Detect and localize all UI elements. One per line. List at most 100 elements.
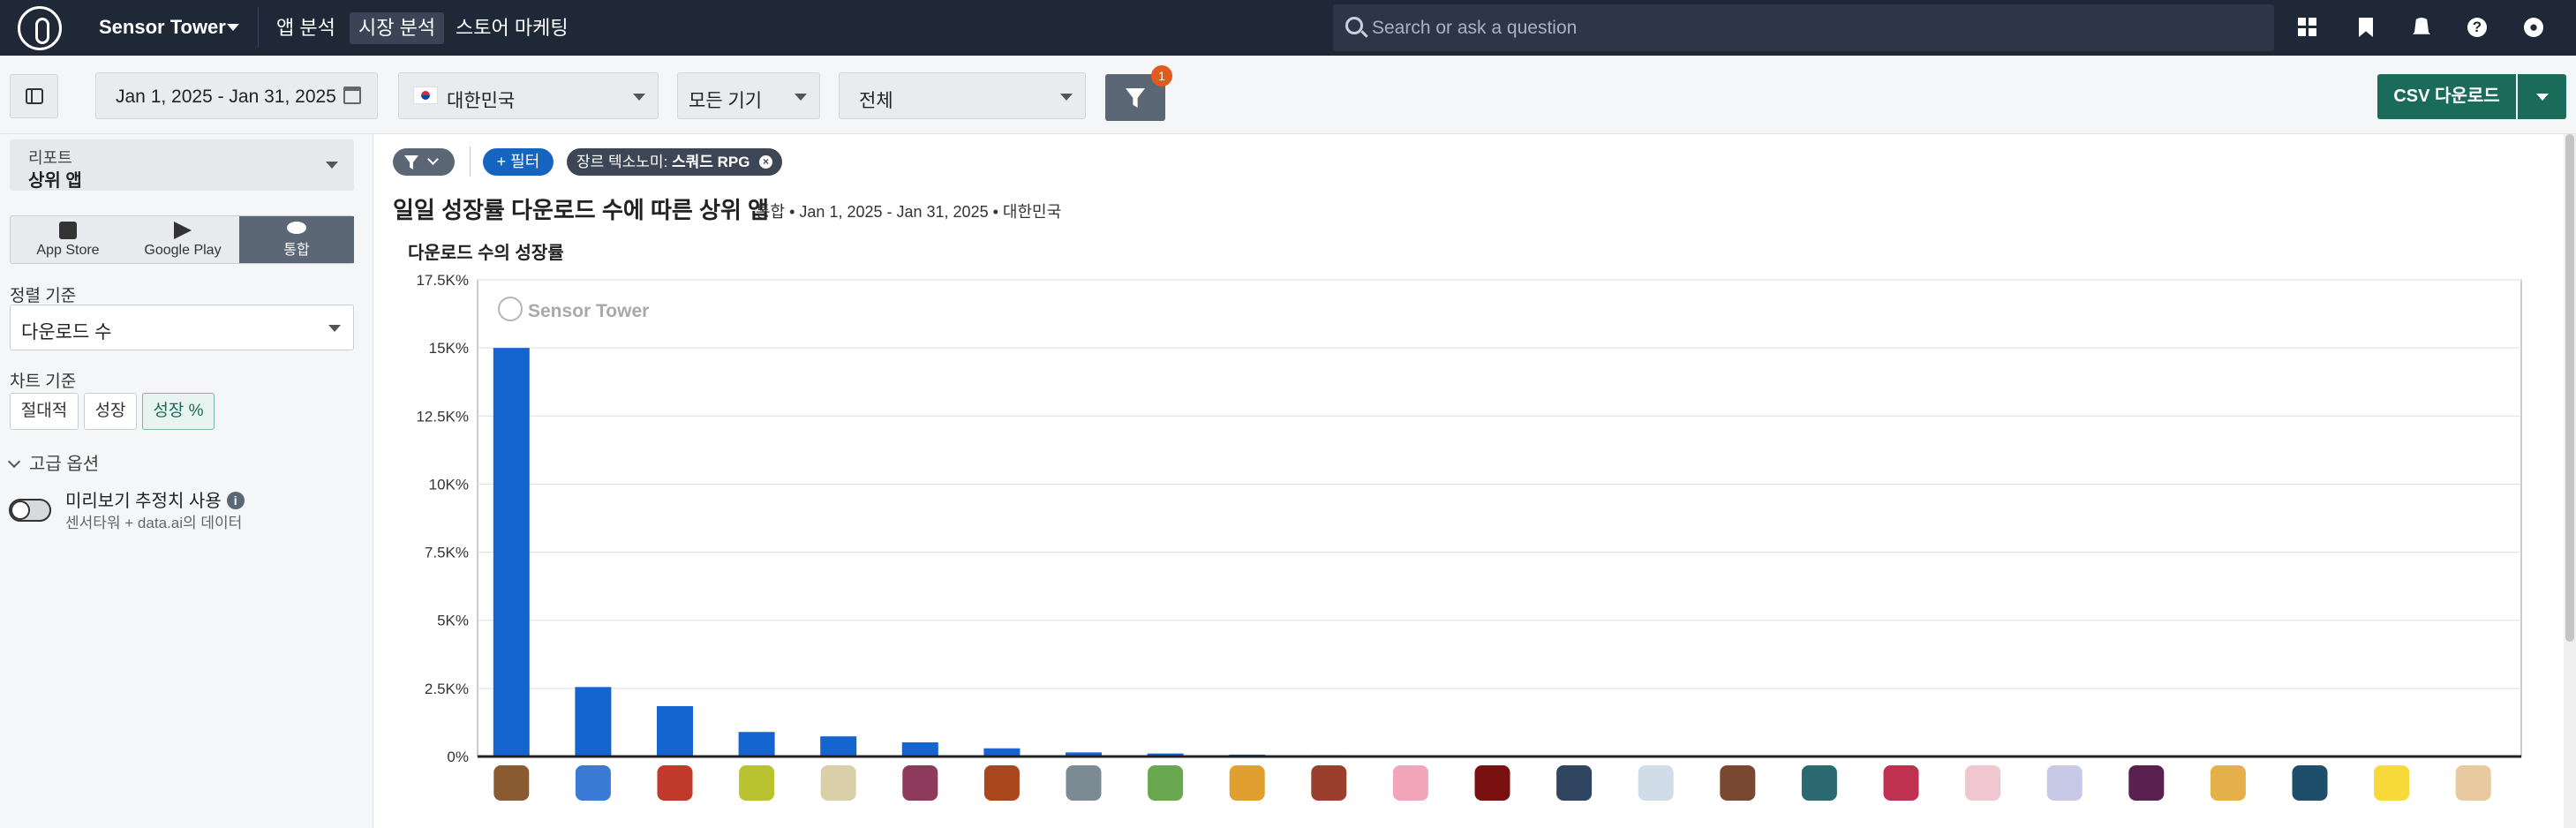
genre-filter-chip[interactable]: 장르 텍소노미: 스쿼드 RPG × (567, 148, 782, 176)
genre-chip-prefix: 장르 텍소노미: (576, 154, 673, 170)
store-label: Google Play (144, 243, 222, 258)
app-icon (1311, 765, 1347, 801)
preview-estimates-title: 미리보기 추정치 사용 i (65, 486, 245, 512)
bar (493, 348, 530, 756)
app-icon (983, 765, 1020, 801)
bar (820, 736, 857, 756)
sidebar: 리포트 상위 앱 App Store Google Play 통합 정렬 기준 … (0, 134, 373, 828)
search-input[interactable] (1372, 4, 2255, 51)
sort-select[interactable]: 다운로드 수 (10, 305, 354, 350)
chart-basis-label: 차트 기준 (10, 373, 77, 391)
advanced-options-toggle[interactable]: 고급 옵션 (7, 449, 100, 475)
bar (901, 741, 938, 756)
bar-chart: 0% 2.5K% 5K% 7.5K% 10K% 12.5K% 15K% 17.5K% (416, 272, 2522, 801)
csv-download-button[interactable]: CSV 다운로드 (2377, 74, 2516, 119)
chevron-down-icon (633, 94, 645, 101)
y-tick-label: 0% (447, 749, 469, 765)
date-range-picker[interactable]: Jan 1, 2025 - Jan 31, 2025 (95, 72, 378, 119)
nav-market-analysis[interactable]: 시장 분석 (350, 12, 445, 44)
bar (738, 732, 775, 756)
sidebar-icon (26, 88, 43, 104)
app-icon (2455, 765, 2491, 801)
device-value: 모든 기기 (689, 91, 763, 111)
y-tick-label: 10K% (429, 476, 469, 493)
nav-app-analysis[interactable]: 앱 분석 (267, 12, 344, 44)
main-content: + 필터 장르 텍소노미: 스쿼드 RPG × 일일 성장률 다운로드 수에 따… (374, 134, 2564, 828)
advanced-options-label: 고급 옵션 (29, 455, 100, 474)
info-icon[interactable]: i (226, 492, 245, 509)
bell-icon[interactable] (2413, 18, 2430, 34)
app-icon (1638, 765, 1674, 801)
country-value: 대한민국 (447, 91, 516, 111)
app-icon (1392, 765, 1428, 801)
sort-label: 정렬 기준 (10, 287, 77, 305)
country-select[interactable]: 대한민국 (398, 72, 659, 119)
store-unified[interactable]: 통합 (239, 216, 354, 263)
app-icon (1066, 765, 1102, 801)
app-icon (1720, 765, 1756, 801)
store-app-store[interactable]: App Store (11, 216, 125, 263)
scrollbar-thumb[interactable] (2565, 134, 2574, 642)
preview-estimates-label: 미리보기 추정치 사용 (65, 492, 222, 511)
basis-growth-button[interactable]: 성장 (84, 393, 137, 430)
app-icon (1965, 765, 2001, 801)
sidebar-toggle-button[interactable] (10, 74, 58, 118)
app-icon (575, 765, 611, 801)
search-box[interactable] (1333, 4, 2274, 51)
category-value: 전체 (859, 91, 893, 111)
report-value: 상위 앱 (28, 171, 82, 191)
calendar-icon (343, 87, 361, 104)
genre-chip-value: 스쿼드 RPG (672, 154, 750, 170)
user-icon[interactable]: ● (2524, 18, 2543, 37)
basis-absolute-button[interactable]: 절대적 (10, 393, 79, 430)
chip-divider (470, 147, 471, 177)
funnel-icon (1126, 88, 1145, 108)
basis-growth-percent-button[interactable]: 성장 % (142, 393, 215, 430)
app-icon (1474, 765, 1510, 801)
filter-count-badge: 1 (1151, 65, 1172, 87)
close-icon[interactable]: × (759, 155, 772, 169)
app-icon (1148, 765, 1184, 801)
korea-flag-icon (413, 87, 438, 104)
app-icon (657, 765, 693, 801)
sensor-tower-watermark: Sensor Tower (498, 297, 649, 322)
app-icon (2128, 765, 2165, 801)
brand-name[interactable]: Sensor Tower (99, 16, 226, 39)
chevron-down-icon (328, 325, 341, 332)
store-label: 통합 (283, 243, 310, 258)
store-label: App Store (36, 243, 100, 258)
grid-icon[interactable] (2298, 18, 2317, 37)
chevron-down-icon (326, 162, 338, 169)
sensor-tower-logo-icon[interactable] (18, 6, 62, 50)
top-nav-bar: Sensor Tower 앱 분석 시장 분석 스토어 마케팅 ? ● (0, 0, 2576, 56)
app-icon (1883, 765, 1919, 801)
chevron-down-icon (427, 154, 439, 165)
nav-store-marketing[interactable]: 스토어 마케팅 (447, 12, 577, 44)
report-select[interactable]: 리포트 상위 앱 (10, 139, 354, 191)
app-icon (2292, 765, 2328, 801)
sort-value: 다운로드 수 (21, 322, 112, 342)
category-select[interactable]: 전체 (839, 72, 1086, 119)
nav-divider (258, 7, 259, 48)
y-tick-label: 17.5K% (416, 272, 469, 289)
filter-chip-toggle[interactable] (393, 148, 455, 176)
page-title: 일일 성장률 다운로드 수에 따른 상위 앱 (393, 197, 770, 223)
chart-y-axis-label: 다운로드 수의 성장률 (408, 244, 564, 263)
app-icon (1801, 765, 1837, 801)
filter-toolbar: Jan 1, 2025 - Jan 31, 2025 대한민국 모든 기기 전체 (0, 56, 2576, 134)
scrollbar[interactable] (2564, 134, 2576, 828)
preview-estimates-toggle[interactable] (9, 499, 51, 522)
y-tick-label: 15K% (429, 340, 469, 357)
csv-download-dropdown-button[interactable] (2518, 74, 2566, 119)
bar (657, 705, 693, 756)
help-icon[interactable]: ? (2467, 18, 2487, 37)
unified-icon (287, 222, 306, 234)
bar (575, 687, 612, 756)
page-subtitle: 통합 • Jan 1, 2025 - Jan 31, 2025 • 대한민국 (756, 203, 1062, 221)
y-tick-label: 5K% (437, 613, 469, 629)
bookmark-icon[interactable] (2359, 18, 2373, 37)
chevron-down-icon[interactable] (227, 24, 239, 31)
store-google-play[interactable]: Google Play (125, 216, 240, 263)
add-filter-button[interactable]: + 필터 (483, 148, 554, 176)
device-select[interactable]: 모든 기기 (677, 72, 820, 119)
